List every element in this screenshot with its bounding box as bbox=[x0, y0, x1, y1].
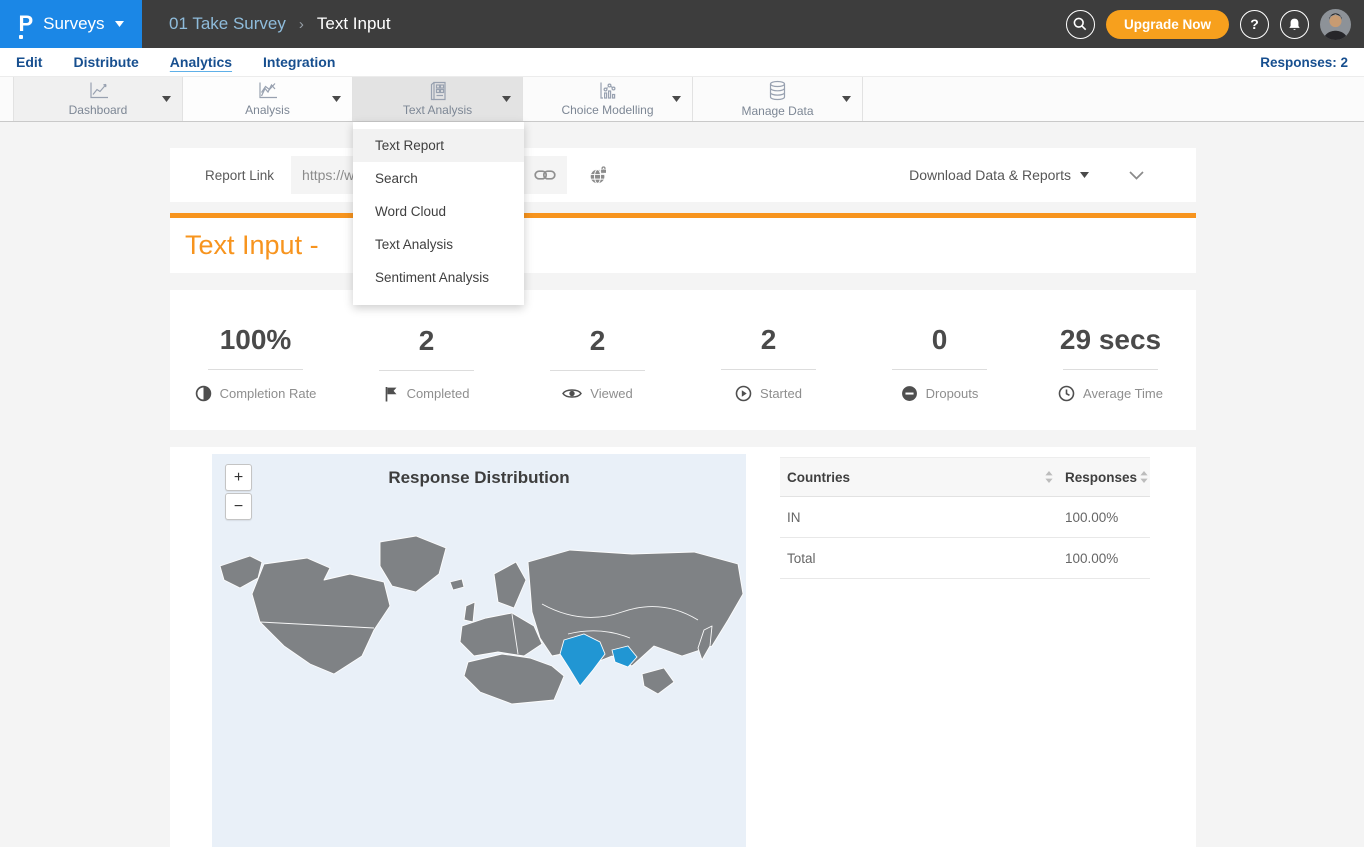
user-avatar[interactable] bbox=[1320, 9, 1351, 40]
chevron-down-icon bbox=[1129, 171, 1144, 180]
responses-count: Responses: 2 bbox=[1260, 55, 1348, 70]
tab-choice-modelling[interactable]: Choice Modelling bbox=[523, 77, 693, 121]
tab-text-analysis[interactable]: Text Analysis bbox=[353, 77, 523, 121]
line-chart-icon bbox=[87, 81, 110, 101]
subnav-item-integration[interactable]: Integration bbox=[263, 54, 335, 70]
response-distribution-map[interactable]: Response Distribution + − bbox=[212, 454, 746, 847]
report-link-label: Report Link bbox=[170, 168, 274, 183]
map-zoom-out-button[interactable]: − bbox=[225, 493, 252, 520]
play-circle-icon bbox=[735, 385, 752, 402]
search-button[interactable] bbox=[1066, 10, 1095, 39]
stat-viewed: 2 Viewed bbox=[512, 290, 683, 430]
top-bar-actions: Upgrade Now ? bbox=[1066, 9, 1364, 40]
caret-down-icon bbox=[842, 96, 851, 102]
responses-cell: 100.00% bbox=[1065, 510, 1150, 525]
text-analysis-dropdown-menu: Text Report Search Word Cloud Text Analy… bbox=[353, 122, 524, 305]
page-title: Text Input - bbox=[170, 230, 326, 261]
top-bar: P Surveys 01 Take Survey › Text Input Up… bbox=[0, 0, 1364, 48]
search-icon bbox=[1072, 16, 1088, 32]
caret-down-icon bbox=[332, 96, 341, 102]
breadcrumb-survey-link[interactable]: 01 Take Survey bbox=[169, 14, 286, 34]
questionpro-logo-icon: P bbox=[18, 13, 33, 35]
breadcrumb-current-page: Text Input bbox=[317, 14, 391, 34]
menu-item-search[interactable]: Search bbox=[353, 162, 524, 195]
public-report-button[interactable] bbox=[589, 166, 608, 185]
stats-panel: 100% Completion Rate 2 Completed 2 Viewe… bbox=[170, 290, 1196, 430]
avatar-photo bbox=[1320, 9, 1351, 40]
copy-link-icon[interactable] bbox=[534, 167, 556, 183]
column-header-responses[interactable]: Responses bbox=[1065, 470, 1137, 485]
stat-started: 2 Started bbox=[683, 290, 854, 430]
stat-completed: 2 Completed bbox=[341, 290, 512, 430]
text-report-icon bbox=[426, 81, 449, 101]
database-icon bbox=[766, 80, 789, 102]
menu-item-text-report[interactable]: Text Report bbox=[353, 129, 524, 162]
bell-icon bbox=[1287, 17, 1302, 32]
survey-sub-nav: Edit Distribute Analytics Integration Re… bbox=[0, 48, 1364, 77]
collapse-panel-button[interactable] bbox=[1129, 171, 1144, 180]
map-country-india[interactable] bbox=[560, 634, 605, 686]
subnav-item-distribute[interactable]: Distribute bbox=[73, 54, 138, 70]
caret-down-icon bbox=[115, 21, 124, 27]
map-zoom-in-button[interactable]: + bbox=[225, 464, 252, 491]
report-link-panel: Report Link https://ww Download Data & R… bbox=[170, 148, 1196, 202]
countries-table-header: Countries Responses bbox=[780, 457, 1150, 497]
table-row: Total 100.00% bbox=[780, 538, 1150, 579]
menu-item-sentiment-analysis[interactable]: Sentiment Analysis bbox=[353, 261, 524, 294]
analytics-toolbar: Dashboard Analysis Text Analysis Choice … bbox=[0, 77, 1364, 122]
tab-dashboard[interactable]: Dashboard bbox=[13, 77, 183, 121]
globe-lock-icon bbox=[589, 166, 608, 185]
subnav-item-edit[interactable]: Edit bbox=[16, 54, 42, 70]
breadcrumb: 01 Take Survey › Text Input bbox=[169, 14, 391, 34]
column-header-countries[interactable]: Countries bbox=[787, 470, 850, 485]
breadcrumb-separator: › bbox=[299, 16, 304, 33]
analysis-chart-icon bbox=[256, 81, 279, 101]
tab-manage-data[interactable]: Manage Data bbox=[693, 77, 863, 121]
menu-item-text-analysis[interactable]: Text Analysis bbox=[353, 228, 524, 261]
menu-item-word-cloud[interactable]: Word Cloud bbox=[353, 195, 524, 228]
map-title: Response Distribution bbox=[212, 468, 746, 488]
table-row: IN 100.00% bbox=[780, 497, 1150, 538]
stat-completion-rate: 100% Completion Rate bbox=[170, 290, 341, 430]
completion-rate-icon bbox=[195, 385, 212, 402]
caret-down-icon bbox=[672, 96, 681, 102]
clock-icon bbox=[1058, 385, 1075, 402]
stat-dropouts: 0 Dropouts bbox=[854, 290, 1025, 430]
world-map bbox=[212, 534, 746, 847]
country-cell: IN bbox=[780, 510, 1065, 525]
response-distribution-panel: Response Distribution + − bbox=[170, 447, 1196, 847]
countries-table: Countries Responses IN 100.00% Total 100… bbox=[780, 457, 1150, 579]
map-zoom-controls: + − bbox=[225, 464, 252, 520]
notifications-button[interactable] bbox=[1280, 10, 1309, 39]
product-switcher[interactable]: P Surveys bbox=[0, 0, 142, 48]
upgrade-now-button[interactable]: Upgrade Now bbox=[1106, 10, 1229, 39]
country-cell: Total bbox=[780, 551, 1065, 566]
minus-circle-icon bbox=[901, 385, 918, 402]
caret-down-icon bbox=[162, 96, 171, 102]
stat-average-time: 29 secs Average Time bbox=[1025, 290, 1196, 430]
caret-down-icon bbox=[502, 96, 511, 102]
help-button[interactable]: ? bbox=[1240, 10, 1269, 39]
choice-modelling-icon bbox=[596, 81, 619, 101]
product-name: Surveys bbox=[43, 14, 104, 34]
sort-icon[interactable] bbox=[1045, 471, 1053, 483]
subnav-item-analytics[interactable]: Analytics bbox=[170, 54, 232, 70]
flag-icon bbox=[384, 386, 399, 402]
caret-down-icon bbox=[1080, 172, 1089, 178]
download-data-reports-menu[interactable]: Download Data & Reports bbox=[909, 167, 1089, 183]
sort-icon[interactable] bbox=[1140, 471, 1148, 483]
question-title-panel: Text Input - bbox=[170, 218, 1196, 273]
tab-analysis[interactable]: Analysis bbox=[183, 77, 353, 121]
question-mark-icon: ? bbox=[1250, 16, 1259, 32]
eye-icon bbox=[562, 387, 582, 400]
responses-cell: 100.00% bbox=[1065, 551, 1150, 566]
